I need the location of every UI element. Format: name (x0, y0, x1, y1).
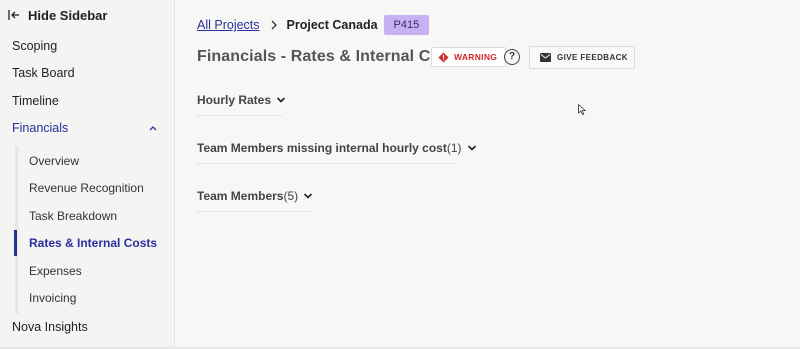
sidebar-item-timeline[interactable]: Timeline (12, 93, 59, 109)
warning-diamond-icon (438, 51, 449, 63)
envelope-icon (540, 53, 551, 62)
hide-sidebar-button[interactable]: Hide Sidebar (8, 6, 107, 24)
sidebar-item-task-board[interactable]: Task Board (12, 65, 75, 81)
give-feedback-label: GIVE FEEDBACK (557, 53, 628, 62)
section-divider (197, 115, 282, 116)
section-divider (197, 163, 455, 164)
sidebar-subitem-invoicing[interactable]: Invoicing (29, 290, 76, 306)
sidebar-subitem-rates-internal-costs[interactable]: Rates & Internal Costs (29, 235, 157, 251)
sidebar-subitem-revenue-recognition[interactable]: Revenue Recognition (29, 180, 144, 196)
project-code-badge: P415 (383, 15, 430, 35)
give-feedback-button[interactable]: GIVE FEEDBACK (529, 46, 635, 69)
section-label: Hourly Rates (197, 93, 272, 107)
section-label: Team Members (197, 189, 284, 203)
section-missing-internal-cost[interactable]: Team Members missing internal hourly cos… (197, 139, 477, 157)
chevron-down-icon (304, 193, 313, 199)
chevron-right-icon (271, 20, 277, 30)
section-count: (5) (283, 189, 299, 203)
breadcrumb: All Projects Project Canada P415 (197, 15, 430, 35)
section-hourly-rates[interactable]: Hourly Rates (197, 91, 286, 109)
help-icon[interactable]: ? (504, 49, 520, 65)
sidebar-item-financials[interactable]: Financials (12, 120, 68, 136)
sidebar-subitem-task-breakdown[interactable]: Task Breakdown (29, 208, 117, 224)
sidebar-subitem-expenses[interactable]: Expenses (29, 263, 82, 279)
page-title: Financials - Rates & Internal Costs (197, 48, 464, 65)
breadcrumb-all-projects-link[interactable]: All Projects (197, 18, 260, 32)
collapse-left-icon (8, 10, 19, 20)
chevron-down-icon (467, 145, 476, 151)
section-label: Team Members missing internal hourly cos… (197, 141, 447, 155)
active-indicator (14, 230, 17, 256)
sidebar-subitem-overview[interactable]: Overview (29, 153, 79, 169)
section-team-members[interactable]: Team Members (5) (197, 187, 313, 205)
sidebar-item-nova-insights[interactable]: Nova Insights (12, 320, 88, 334)
breadcrumb-current: Project Canada (286, 18, 378, 32)
hide-sidebar-label: Hide Sidebar (28, 7, 108, 23)
sidebar-item-scoping[interactable]: Scoping (12, 38, 57, 54)
warning-label: WARNING (454, 52, 498, 62)
warning-badge[interactable]: WARNING (431, 47, 507, 67)
sidebar: Hide Sidebar Scoping Task Board Timeline… (0, 0, 175, 349)
section-divider (197, 211, 311, 212)
mouse-cursor-icon (578, 104, 586, 115)
section-count: (1) (446, 141, 462, 155)
chevron-up-icon[interactable] (147, 122, 159, 134)
chevron-down-icon (276, 97, 286, 103)
main-content: All Projects Project Canada P415 Financi… (175, 0, 800, 349)
